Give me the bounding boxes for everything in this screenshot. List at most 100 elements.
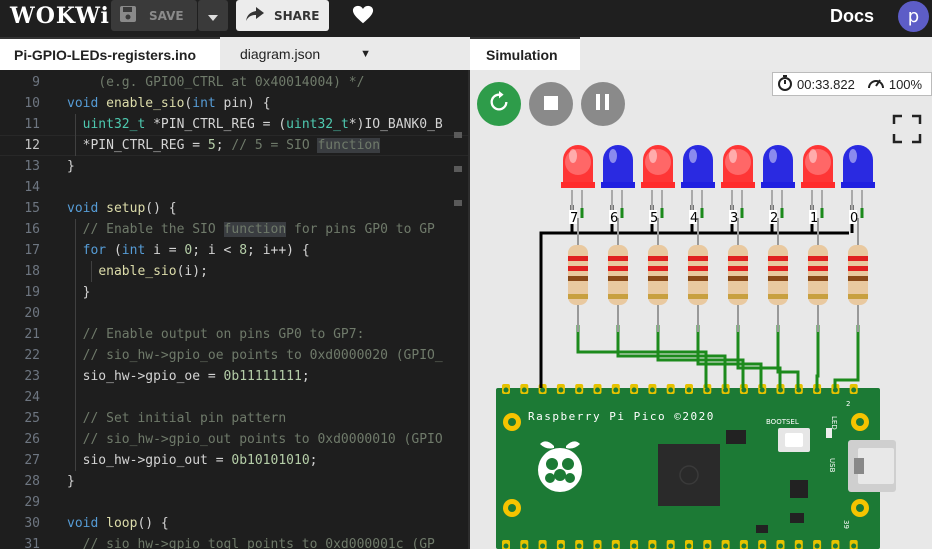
resistor-band	[808, 256, 828, 261]
line-number: 20	[24, 306, 40, 321]
code-line[interactable]: 30 void loop() {	[0, 513, 468, 534]
share-button[interactable]: SHARE	[236, 0, 329, 31]
heart-icon[interactable]	[352, 4, 374, 26]
board-pin-hole	[741, 543, 747, 549]
code-line[interactable]: 12 *PIN_CTRL_REG = 5; // 5 = SIO functio…	[0, 135, 468, 156]
code-line[interactable]: 22 // sio_hw->gpio_oe points to 0xd00000…	[0, 345, 468, 366]
line-number: 25	[24, 411, 40, 426]
code-line[interactable]: 17 for (int i = 0; i < 8; i++) {	[0, 240, 468, 261]
tab-simulation[interactable]: Simulation	[470, 37, 580, 70]
indent-guide	[75, 114, 76, 156]
line-number: 23	[24, 369, 40, 384]
resistor-band	[808, 276, 828, 281]
led-highlight	[689, 149, 697, 163]
code-line[interactable]: 9 (e.g. GPIO0_CTRL at 0x40014004) */	[0, 72, 468, 93]
resistor-band	[848, 256, 868, 261]
led-rim	[761, 182, 795, 188]
board-pin-hole	[778, 543, 783, 549]
led: 6	[601, 145, 635, 226]
code-line[interactable]: 24	[0, 387, 468, 408]
line-number: 11	[24, 117, 40, 132]
board-pin-hole	[613, 543, 619, 549]
code-line[interactable]: 20	[0, 303, 468, 324]
bootsel-label: BOOTSEL	[766, 418, 799, 426]
code-text: void loop() {	[67, 516, 169, 531]
code-line[interactable]: 26 // sio_hw->gpio_out points to 0xd0000…	[0, 429, 468, 450]
signal-wire	[833, 325, 860, 388]
board-pin-hole	[851, 543, 857, 549]
resistor-band	[648, 276, 668, 281]
line-number: 22	[24, 348, 40, 363]
code-line[interactable]: 29	[0, 492, 468, 513]
share-arrow-icon	[246, 7, 264, 24]
tab-ino-file[interactable]: Pi-GPIO-LEDs-registers.ino	[0, 37, 220, 70]
board-pin-hole	[540, 543, 546, 549]
led: 4	[681, 145, 715, 226]
code-line[interactable]: 27 sio_hw->gpio_out = 0b10101010;	[0, 450, 468, 471]
resistor-band	[608, 294, 628, 299]
led-highlight	[809, 149, 817, 163]
pin-label-top: 2	[846, 400, 850, 408]
mount-hole	[508, 418, 516, 426]
code-text: }	[67, 285, 91, 300]
board-pin-hole	[759, 543, 765, 549]
led: 2	[761, 145, 795, 226]
led-highlight	[769, 149, 777, 163]
user-avatar[interactable]: p	[898, 1, 929, 32]
resistor	[608, 218, 628, 332]
code-line[interactable]: 13}	[0, 156, 468, 177]
resistor-band	[768, 266, 788, 271]
resistor-band	[688, 276, 708, 281]
code-line[interactable]: 10 void enable_sio(int pin) {	[0, 93, 468, 114]
usb-label: USB	[828, 458, 836, 473]
tab-diagram-json[interactable]: diagram.json ▼	[220, 37, 371, 70]
board-pin-hole	[595, 543, 600, 549]
led-dome	[683, 145, 713, 185]
code-line[interactable]: 18 enable_sio(i);	[0, 261, 468, 282]
code-line[interactable]: 14	[0, 177, 468, 198]
resistor-band	[568, 266, 588, 271]
board-pin-hole	[704, 543, 710, 549]
led-dome	[603, 145, 633, 185]
board-pin-hole	[613, 387, 619, 393]
resistor-band	[608, 276, 628, 281]
board-pin-hole	[540, 387, 546, 393]
line-number: 31	[24, 537, 40, 549]
led-rim	[641, 182, 675, 188]
line-number: 10	[24, 96, 40, 111]
docs-link[interactable]: Docs	[830, 6, 874, 27]
resistor	[648, 218, 668, 332]
caret-down-icon[interactable]: ▼	[360, 48, 371, 60]
board-pin-hole	[723, 387, 729, 393]
code-line[interactable]: 31 // sio_hw->gpio_togl points to 0xd000…	[0, 534, 468, 549]
code-text: uint32_t *PIN_CTRL_REG = (uint32_t*)IO_B…	[82, 117, 443, 132]
code-text: sio_hw->gpio_oe = 0b11111111;	[67, 369, 310, 384]
tabs-row: Pi-GPIO-LEDs-registers.ino diagram.json …	[0, 37, 932, 70]
code-line[interactable]: 15 void setup() {	[0, 198, 468, 219]
save-label: SAVE	[149, 8, 184, 23]
board-pin-hole	[686, 387, 692, 393]
scroll-marker	[454, 132, 462, 138]
onboard-led	[826, 428, 832, 438]
code-editor[interactable]: 9 (e.g. GPIO0_CTRL at 0x40014004) */ 10 vo…	[0, 70, 468, 549]
wokwi-logo[interactable]: WOKWi	[10, 3, 110, 29]
code-line[interactable]: 23 sio_hw->gpio_oe = 0b11111111;	[0, 366, 468, 387]
code-line[interactable]: 11 uint32_t *PIN_CTRL_REG = (uint32_t*)I…	[0, 114, 468, 135]
code-line[interactable]: 28}	[0, 471, 468, 492]
code-text: void setup() {	[67, 201, 177, 216]
code-line[interactable]: 19 }	[0, 282, 468, 303]
resistor-band	[768, 294, 788, 299]
code-text: (e.g. GPIO0_CTRL at 0x40014004) */	[98, 75, 365, 90]
code-line[interactable]: 21 // Enable output on pins GP0 to GP7:	[0, 324, 468, 345]
code-line[interactable]: 25 // Set initial pin pattern	[0, 408, 468, 429]
save-dropdown-button[interactable]	[198, 0, 228, 31]
share-label: SHARE	[274, 8, 320, 23]
save-button[interactable]: SAVE	[111, 0, 197, 31]
board-pin-hole	[521, 387, 527, 393]
led-pin-label: 7	[570, 211, 578, 226]
led-rim	[841, 182, 875, 188]
smd-component	[756, 525, 768, 533]
line-number: 29	[24, 495, 40, 510]
code-text: for (int i = 0; i < 8; i++) {	[82, 243, 310, 258]
code-line[interactable]: 16 // Enable the SIO function for pins G…	[0, 219, 468, 240]
